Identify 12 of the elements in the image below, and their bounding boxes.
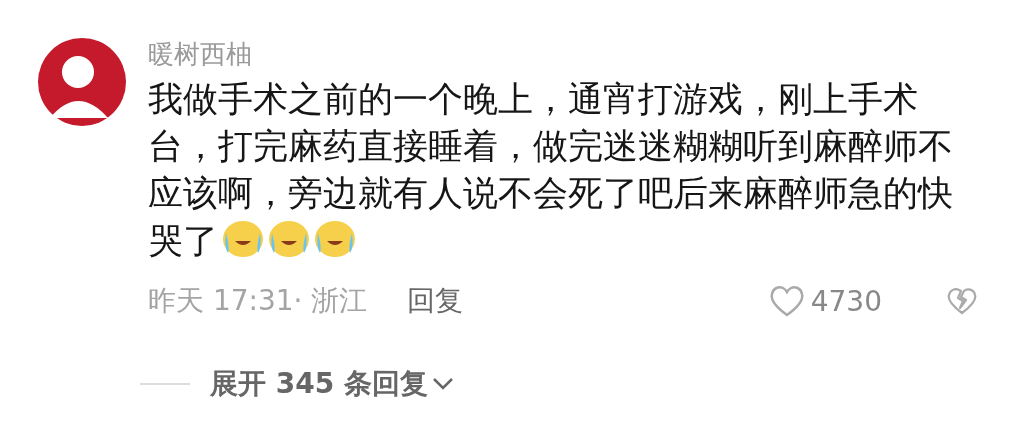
broken-heart-icon[interactable] — [946, 286, 978, 316]
expand-replies-button[interactable]: 展开 345 条回复 — [210, 365, 454, 403]
chevron-down-icon — [431, 377, 454, 391]
comment-text-line: 我做手术之前的一个晚上，通宵打游戏，刚上手术 — [148, 79, 918, 119]
comment-text-line: 应该啊，旁边就有人说不会死了吧后来麻醉师急的快 — [148, 173, 953, 213]
timestamp-location: 昨天 17:31· 浙江 — [148, 283, 368, 319]
like-count: 4730 — [810, 284, 882, 318]
reply-button[interactable]: 回复 — [407, 282, 464, 320]
comment-text-line: 哭了 — [148, 221, 218, 261]
heart-icon[interactable] — [768, 284, 805, 318]
comment-text-line: 台，打完麻药直接睡着，做完迷迷糊糊听到麻醉师不 — [148, 126, 953, 166]
avatar[interactable] — [38, 38, 126, 126]
